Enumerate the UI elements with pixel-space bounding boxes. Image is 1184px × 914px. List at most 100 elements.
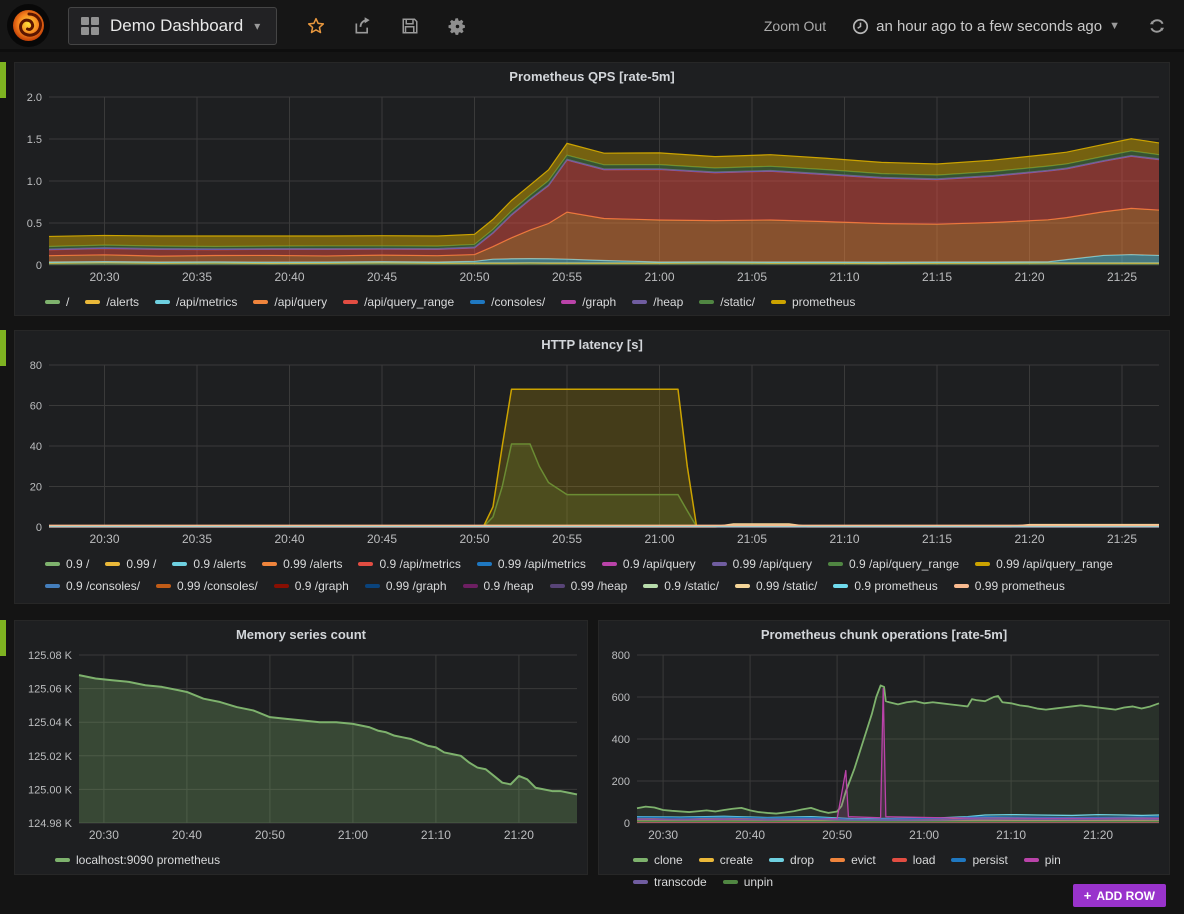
save-button[interactable] [399, 15, 421, 37]
svg-text:21:25: 21:25 [1107, 532, 1137, 546]
svg-text:20:30: 20:30 [648, 828, 678, 842]
legend-item[interactable]: 0.9 /static/ [643, 575, 719, 597]
svg-text:21:05: 21:05 [737, 532, 767, 546]
zoom-out-button[interactable]: Zoom Out [764, 18, 826, 34]
svg-text:60: 60 [30, 401, 42, 413]
svg-text:21:00: 21:00 [338, 828, 368, 842]
legend-color-swatch [343, 300, 358, 304]
legend-item[interactable]: 0.9 /graph [274, 575, 349, 597]
refresh-icon [1148, 17, 1166, 35]
chart-prometheus-qps[interactable]: 00.51.01.52.020:3020:3520:4020:4520:5020… [15, 89, 1169, 287]
dashboard-picker-button[interactable]: Demo Dashboard ▾ [68, 7, 277, 45]
legend-item[interactable]: /api/query [253, 291, 327, 313]
legend-item[interactable]: 0.99 /alerts [262, 553, 342, 575]
legend-item[interactable]: evict [830, 849, 876, 871]
svg-text:20: 20 [30, 482, 42, 494]
legend-color-swatch [45, 584, 60, 588]
grafana-logo[interactable] [7, 4, 50, 47]
star-button[interactable] [305, 15, 327, 37]
legend-item[interactable]: 0.9 /alerts [172, 553, 246, 575]
legend-item[interactable]: drop [769, 849, 814, 871]
legend-item[interactable]: create [699, 849, 753, 871]
svg-text:0.5: 0.5 [27, 218, 42, 230]
svg-text:21:00: 21:00 [644, 270, 674, 284]
svg-text:125.00 K: 125.00 K [28, 784, 73, 796]
legend-item[interactable]: persist [951, 849, 1007, 871]
panel-title[interactable]: Prometheus QPS [rate-5m] [15, 63, 1169, 89]
chart-http-latency[interactable]: 02040608020:3020:3520:4020:4520:5020:552… [15, 357, 1169, 549]
legend-item[interactable]: 0.99 /heap [550, 575, 628, 597]
legend-color-swatch [954, 584, 969, 588]
legend-item[interactable]: 0.9 /heap [463, 575, 534, 597]
legend-item[interactable]: 0.99 /graph [365, 575, 447, 597]
legend-item[interactable]: /graph [561, 291, 616, 313]
panel-memory-series-count: Memory series count 124.98 K125.00 K125.… [14, 620, 588, 875]
legend-color-swatch [723, 880, 738, 884]
svg-text:1.0: 1.0 [27, 176, 42, 188]
legend-item[interactable]: /heap [632, 291, 683, 313]
legend-item[interactable]: 0.9 / [45, 553, 89, 575]
svg-text:1.5: 1.5 [27, 134, 42, 146]
legend-color-swatch [699, 300, 714, 304]
legend-item[interactable]: /consoles/ [470, 291, 545, 313]
row-toggle-tab[interactable] [0, 330, 6, 366]
svg-text:20:45: 20:45 [367, 532, 397, 546]
legend-item[interactable]: pin [1024, 849, 1061, 871]
settings-button[interactable] [446, 15, 468, 37]
legend-item[interactable]: 0.9 /api/query [602, 553, 696, 575]
legend-item[interactable]: unpin [723, 871, 773, 893]
legend-item[interactable]: /alerts [85, 291, 139, 313]
row-toggle-tab[interactable] [0, 620, 6, 656]
legend-item[interactable]: 0.9 /api/query_range [828, 553, 959, 575]
legend-item[interactable]: transcode [633, 871, 707, 893]
legend-item[interactable]: /api/query_range [343, 291, 454, 313]
row-toggle-tab[interactable] [0, 62, 6, 98]
legend-item[interactable]: / [45, 291, 69, 313]
chart-prometheus-chunk-operations[interactable]: 020040060080020:3020:4020:5021:0021:1021… [599, 647, 1169, 845]
legend-color-swatch [633, 880, 648, 884]
panel-title[interactable]: Prometheus chunk operations [rate-5m] [599, 621, 1169, 647]
dashboards-grid-icon [81, 17, 99, 35]
legend-item[interactable]: load [892, 849, 936, 871]
panel-http-latency: HTTP latency [s] 02040608020:3020:3520:4… [14, 330, 1170, 604]
legend-item[interactable]: 0.99 / [105, 553, 156, 575]
legend-item[interactable]: 0.9 /api/metrics [358, 553, 460, 575]
refresh-button[interactable] [1146, 15, 1168, 37]
add-row-button[interactable]: + ADD ROW [1073, 884, 1166, 907]
svg-text:20:30: 20:30 [89, 828, 119, 842]
legend-item[interactable]: clone [633, 849, 683, 871]
legend-item[interactable]: 0.99 /api/query [712, 553, 812, 575]
legend-color-swatch [85, 300, 100, 304]
svg-text:21:10: 21:10 [829, 532, 859, 546]
legend-memory-series-count: localhost:9090 prometheus [15, 845, 587, 871]
svg-text:21:05: 21:05 [737, 270, 767, 284]
time-range-picker[interactable]: an hour ago to a few seconds ago ▼ [852, 18, 1120, 35]
legend-item[interactable]: /api/metrics [155, 291, 237, 313]
legend-item[interactable]: 0.99 /static/ [735, 575, 817, 597]
time-range-label: an hour ago to a few seconds ago [876, 18, 1102, 35]
svg-text:21:10: 21:10 [421, 828, 451, 842]
svg-text:20:30: 20:30 [89, 270, 119, 284]
legend-item[interactable]: /static/ [699, 291, 755, 313]
legend-color-swatch [828, 562, 843, 566]
share-button[interactable] [352, 15, 374, 37]
svg-text:21:20: 21:20 [1014, 532, 1044, 546]
legend-color-swatch [699, 858, 714, 862]
legend-color-swatch [274, 584, 289, 588]
legend-item[interactable]: localhost:9090 prometheus [55, 849, 220, 871]
legend-item[interactable]: 0.99 prometheus [954, 575, 1065, 597]
svg-text:125.04 K: 125.04 K [28, 717, 73, 729]
chart-memory-series-count[interactable]: 124.98 K125.00 K125.02 K125.04 K125.06 K… [15, 647, 587, 845]
panel-title[interactable]: HTTP latency [s] [15, 331, 1169, 357]
legend-item[interactable]: 0.99 /api/metrics [477, 553, 586, 575]
legend-item[interactable]: 0.99 /consoles/ [156, 575, 258, 597]
legend-color-swatch [561, 300, 576, 304]
save-icon [401, 17, 419, 35]
star-icon [306, 16, 326, 36]
legend-item[interactable]: 0.99 /api/query_range [975, 553, 1113, 575]
panel-title[interactable]: Memory series count [15, 621, 587, 647]
legend-item[interactable]: 0.9 /consoles/ [45, 575, 140, 597]
legend-item[interactable]: prometheus [771, 291, 855, 313]
svg-text:20:40: 20:40 [172, 828, 202, 842]
legend-item[interactable]: 0.9 prometheus [833, 575, 937, 597]
